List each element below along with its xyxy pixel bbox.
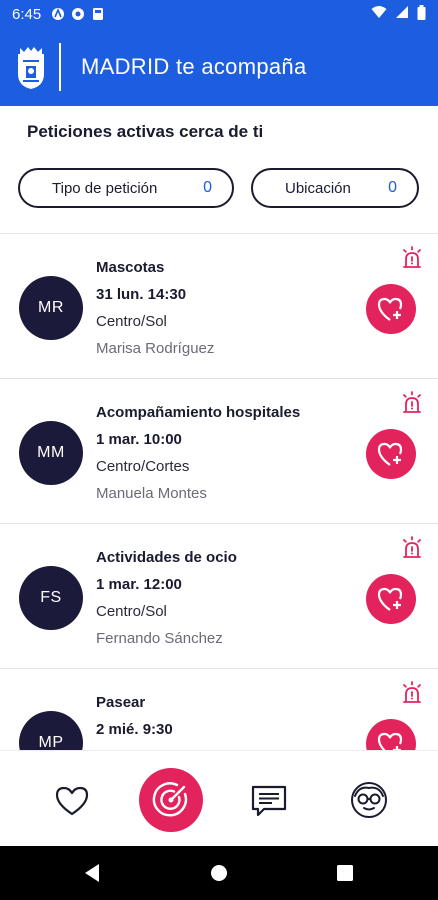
location-filter-count: 0: [388, 179, 397, 196]
system-nav-bar: [0, 846, 438, 900]
heart-plus-icon: [377, 587, 403, 611]
request-card[interactable]: MM Acompañamiento hospitales 1 mar. 10:0…: [0, 379, 438, 524]
status-bar: 6:45: [0, 0, 438, 28]
offer-help-button[interactable]: [366, 429, 416, 479]
request-card[interactable]: MR Mascotas 31 lun. 14:30 Centro/Sol Mar…: [0, 234, 438, 379]
notification-icon-c: [91, 7, 105, 21]
request-person: Marisa Rodríguez: [96, 340, 215, 357]
request-card[interactable]: FS Actividades de ocio 1 mar. 12:00 Cent…: [0, 524, 438, 669]
status-time: 6:45: [12, 5, 42, 23]
offer-help-button[interactable]: [366, 574, 416, 624]
request-type-filter-count: 0: [203, 179, 212, 196]
request-type-filter-label: Tipo de petición: [52, 179, 158, 197]
request-info: Actividades de ocio 1 mar. 12:00 Centro/…: [96, 548, 237, 656]
request-category: Pasear: [96, 694, 146, 711]
request-type-filter-button[interactable]: Tipo de petición 0: [18, 168, 234, 208]
request-person: Fernando Sánchez: [96, 630, 223, 647]
heart-plus-icon: [377, 732, 403, 750]
recents-icon[interactable]: [335, 863, 355, 883]
chat-icon: [251, 785, 287, 817]
avatar: MR: [19, 276, 83, 340]
nav-profile-button[interactable]: [348, 779, 390, 821]
request-location: Centro/Sol: [96, 313, 167, 330]
request-info: Acompañamiento hospitales 1 mar. 10:00 C…: [96, 403, 300, 511]
request-category: Acompañamiento hospitales: [96, 404, 301, 421]
request-category: Mascotas: [96, 259, 165, 276]
avatar: FS: [19, 566, 83, 630]
request-category: Actividades de ocio: [96, 549, 237, 566]
request-date: 31 lun. 14:30: [96, 286, 187, 303]
offer-help-button[interactable]: [366, 719, 416, 750]
request-person: Manuela Montes: [96, 485, 207, 502]
nav-favorites-button[interactable]: [52, 781, 92, 821]
app-header: MADRID te acompaña: [0, 28, 438, 106]
location-filter-button[interactable]: Ubicación 0: [251, 168, 419, 208]
heart-plus-icon: [377, 442, 403, 466]
alarm-icon: [400, 391, 424, 415]
heart-icon: [55, 786, 89, 816]
madrid-logo-icon: [13, 43, 49, 91]
request-info: Pasear 2 mié. 9:30: [96, 693, 173, 750]
heart-plus-icon: [377, 297, 403, 321]
request-location: Centro/Cortes: [96, 458, 190, 475]
battery-icon: [417, 4, 426, 24]
profile-icon: [351, 782, 387, 818]
section-title: Peticiones activas cerca de ti: [27, 122, 264, 141]
avatar: MP: [19, 711, 83, 750]
request-date: 1 mar. 10:00: [96, 431, 182, 448]
nav-radar-button[interactable]: [139, 768, 203, 832]
nav-messages-button[interactable]: [249, 781, 289, 821]
avatar: MM: [19, 421, 83, 485]
offer-help-button[interactable]: [366, 284, 416, 334]
home-icon[interactable]: [209, 863, 229, 883]
alarm-icon: [400, 246, 424, 270]
request-location: Centro/Sol: [96, 603, 167, 620]
header-divider: [59, 43, 61, 91]
bottom-nav: [0, 750, 438, 846]
request-date: 1 mar. 12:00: [96, 576, 182, 593]
notification-icon-b: [71, 7, 85, 21]
notification-icon-a: [51, 7, 65, 21]
signal-icon: [395, 5, 409, 23]
radar-icon: [152, 782, 188, 817]
back-icon[interactable]: [82, 863, 102, 883]
location-filter-label: Ubicación: [285, 179, 351, 197]
app-title: MADRID te acompaña: [81, 54, 307, 79]
request-date: 2 mié. 9:30: [96, 721, 173, 738]
wifi-icon: [371, 5, 387, 23]
request-list[interactable]: MR Mascotas 31 lun. 14:30 Centro/Sol Mar…: [0, 233, 438, 750]
request-card[interactable]: MP Pasear 2 mié. 9:30: [0, 669, 438, 750]
request-info: Mascotas 31 lun. 14:30 Centro/Sol Marisa…: [96, 258, 214, 366]
alarm-icon: [400, 536, 424, 560]
alarm-icon: [400, 681, 424, 705]
